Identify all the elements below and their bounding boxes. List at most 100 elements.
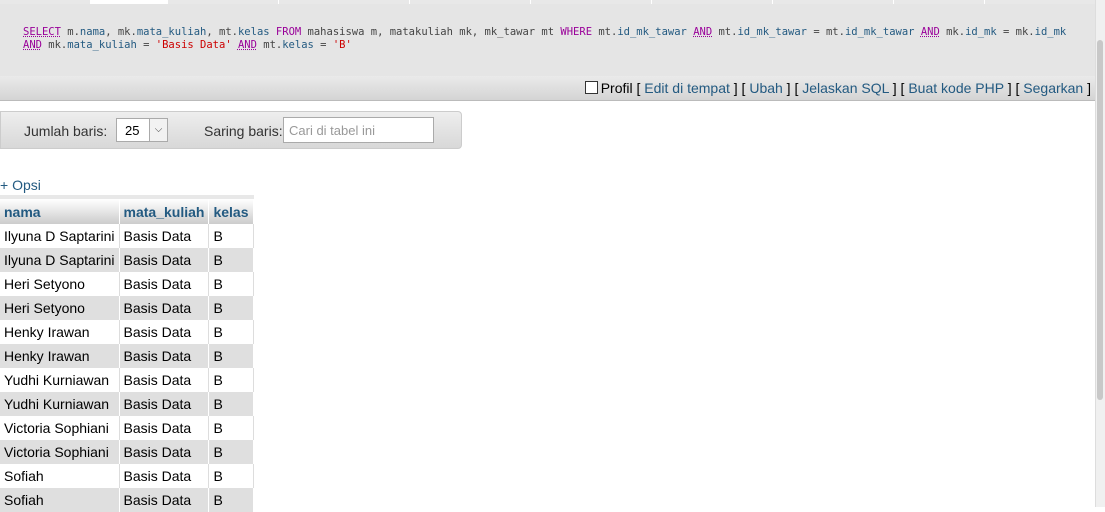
table-cell[interactable]: Basis Data: [119, 224, 210, 248]
table-row[interactable]: Ilyuna D Saptarini Basis Data B: [0, 224, 254, 248]
table-row[interactable]: Henky Irawan Basis Data B: [0, 320, 254, 344]
filter-rows-input[interactable]: Cari di tabel ini: [283, 117, 434, 143]
table-cell[interactable]: B: [208, 248, 254, 272]
table-cell[interactable]: Basis Data: [119, 416, 210, 440]
result-table: nama mata_kuliah kelas Ilyuna D Saptarin…: [0, 195, 254, 512]
sql-query-text: SELECT m.nama, mk.mata_kuliah, mt.kelas …: [23, 26, 1073, 52]
table-row[interactable]: Victoria Sophiani Basis Data B: [0, 440, 254, 464]
column-header-mata-kuliah[interactable]: mata_kuliah: [119, 195, 210, 224]
table-row[interactable]: Yudhi Kurniawan Basis Data B: [0, 392, 254, 416]
table-cell[interactable]: Basis Data: [119, 272, 210, 296]
table-cell[interactable]: B: [208, 440, 254, 464]
table-cell[interactable]: B: [208, 272, 254, 296]
table-cell[interactable]: B: [208, 344, 254, 368]
table-row[interactable]: Heri Setyono Basis Data B: [0, 296, 254, 320]
table-cell[interactable]: B: [208, 320, 254, 344]
sql-token: id_mk_tawar: [737, 26, 807, 38]
table-cell[interactable]: B: [208, 488, 254, 512]
table-cell[interactable]: Henky Irawan: [0, 344, 120, 368]
options-link[interactable]: + Opsi: [0, 177, 41, 193]
table-cell[interactable]: B: [208, 368, 254, 392]
table-cell[interactable]: Heri Setyono: [0, 272, 120, 296]
sql-token: =: [313, 39, 333, 51]
explain-sql-link[interactable]: Jelaskan SQL: [802, 80, 889, 96]
table-cell[interactable]: Ilyuna D Saptarini: [0, 248, 120, 272]
edit-inline-link[interactable]: Edit di tempat: [644, 80, 730, 96]
table-row[interactable]: Victoria Sophiani Basis Data B: [0, 416, 254, 440]
table-row[interactable]: Henky Irawan Basis Data B: [0, 344, 254, 368]
table-cell[interactable]: Heri Setyono: [0, 296, 120, 320]
table-cell[interactable]: Basis Data: [119, 248, 210, 272]
rows-count-select[interactable]: 25 ⌵: [116, 118, 168, 142]
table-cell[interactable]: B: [208, 416, 254, 440]
edit-link[interactable]: Ubah: [749, 80, 782, 96]
table-cell[interactable]: Henky Irawan: [0, 320, 120, 344]
sql-token: = mk.: [996, 26, 1035, 38]
sql-token: SELECT: [23, 26, 61, 38]
profil-label[interactable]: Profil: [601, 80, 633, 96]
table-cell[interactable]: Victoria Sophiani: [0, 440, 120, 464]
table-cell[interactable]: B: [208, 464, 254, 488]
vertical-scrollbar[interactable]: [1095, 0, 1105, 507]
sql-token: FROM: [275, 26, 302, 38]
table-row[interactable]: Heri Setyono Basis Data B: [0, 272, 254, 296]
refresh-link[interactable]: Segarkan: [1023, 80, 1083, 96]
navigation-panel: Jumlah baris: 25 ⌵ Saring baris: Cari di…: [0, 111, 462, 149]
rows-count-value: 25: [125, 123, 140, 138]
table-cell[interactable]: Basis Data: [119, 392, 210, 416]
table-cell[interactable]: Basis Data: [119, 296, 210, 320]
table-cell[interactable]: Basis Data: [119, 440, 210, 464]
sql-token: 'Basis Data': [155, 39, 232, 51]
table-cell[interactable]: B: [208, 296, 254, 320]
table-row[interactable]: Yudhi Kurniawan Basis Data B: [0, 368, 254, 392]
sql-token: , mt.: [206, 26, 238, 38]
sql-token: mata_kuliah: [67, 39, 137, 51]
sql-token: =: [136, 39, 156, 51]
sql-token: = mt.: [807, 26, 845, 38]
sql-token: mk.: [41, 39, 68, 51]
sql-token: kelas: [237, 26, 270, 38]
table-cell[interactable]: Yudhi Kurniawan: [0, 368, 120, 392]
sql-token: mt.: [256, 39, 283, 51]
table-header-row: nama mata_kuliah kelas: [0, 195, 254, 224]
sql-token: AND: [693, 26, 713, 38]
table-cell[interactable]: Yudhi Kurniawan: [0, 392, 120, 416]
sql-token: AND: [920, 26, 940, 38]
sql-toolbar: Profil [ Edit di tempat ] [ Ubah ] [ Jel…: [0, 76, 1095, 101]
column-header-kelas[interactable]: kelas: [208, 195, 254, 224]
sql-token: kelas: [282, 39, 314, 51]
scrollbar-thumb[interactable]: [1097, 40, 1103, 400]
sql-token: id_mk: [965, 26, 997, 38]
sql-token: mata_kuliah: [136, 26, 207, 38]
table-cell[interactable]: Sofiah: [0, 464, 120, 488]
table-cell[interactable]: Sofiah: [0, 488, 120, 512]
sql-token: AND: [237, 39, 257, 51]
table-cell[interactable]: Basis Data: [119, 344, 210, 368]
sql-token: mahasiswa m, matakuliah mk, mk_tawar mt: [301, 26, 561, 38]
table-cell[interactable]: Basis Data: [119, 464, 210, 488]
sql-token: id_mk_tawar: [844, 26, 915, 38]
table-cell[interactable]: Victoria Sophiani: [0, 416, 120, 440]
table-cell[interactable]: Basis Data: [119, 368, 210, 392]
sql-token: mt.: [592, 26, 618, 38]
table-cell[interactable]: B: [208, 392, 254, 416]
sql-token: id_mk: [1034, 26, 1067, 38]
chevron-down-icon[interactable]: ⌵: [149, 119, 167, 141]
table-cell[interactable]: Basis Data: [119, 320, 210, 344]
table-cell[interactable]: Basis Data: [119, 488, 210, 512]
sql-toolbar-links: Profil [ Edit di tempat ] [ Ubah ] [ Jel…: [584, 80, 1091, 96]
table-row[interactable]: Ilyuna D Saptarini Basis Data B: [0, 248, 254, 272]
sql-token: mk.: [946, 26, 966, 38]
column-header-nama[interactable]: nama: [0, 195, 120, 224]
table-cell[interactable]: B: [208, 224, 254, 248]
sql-token: nama: [79, 26, 106, 38]
rows-count-label: Jumlah baris:: [24, 123, 108, 139]
table-cell[interactable]: Ilyuna D Saptarini: [0, 224, 120, 248]
table-row[interactable]: Sofiah Basis Data B: [0, 488, 254, 512]
table-row[interactable]: Sofiah Basis Data B: [0, 464, 254, 488]
sql-token: m.: [67, 26, 80, 38]
create-php-link[interactable]: Buat kode PHP: [908, 80, 1003, 96]
sql-token: , mk.: [105, 26, 137, 38]
filter-rows-label: Saring baris:: [204, 123, 283, 139]
profil-checkbox[interactable]: [584, 81, 598, 94]
